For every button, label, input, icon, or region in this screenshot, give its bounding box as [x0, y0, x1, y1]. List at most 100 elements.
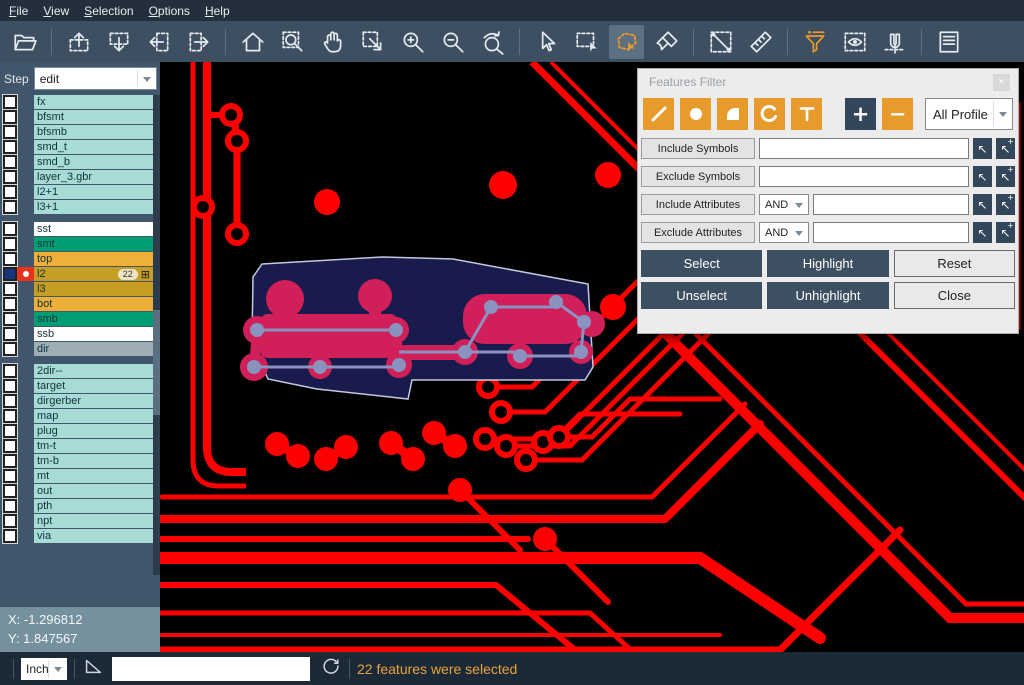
layer-row-plug[interactable]: plug [0, 424, 153, 438]
include-attributes-input[interactable] [813, 194, 969, 215]
pick-symbol-button[interactable]: ↖ [973, 138, 992, 159]
zoom-out-button[interactable] [435, 25, 470, 59]
clean-button[interactable] [649, 25, 684, 59]
add-filter-button[interactable]: + [845, 98, 876, 130]
menu-selection[interactable]: Selection [84, 4, 133, 18]
units-select[interactable]: Inch [21, 658, 67, 680]
layer-row-top[interactable]: top [0, 252, 153, 266]
command-input[interactable] [112, 657, 310, 681]
layer-name-field[interactable]: l3 [34, 282, 153, 296]
layer-row-pth[interactable]: pth [0, 499, 153, 513]
report-button[interactable] [931, 25, 966, 59]
layer-visibility-checkbox[interactable] [3, 499, 17, 513]
layer-name-field[interactable]: l3+1 [34, 200, 153, 214]
layer-name-field[interactable]: smb [34, 312, 153, 326]
pan-left-button[interactable] [141, 25, 176, 59]
pick-attribute-button[interactable]: ↖ [973, 222, 992, 243]
layer-name-field[interactable]: pth [34, 499, 153, 513]
layer-name-field[interactable]: 2dir-- [34, 364, 153, 378]
layer-visibility-checkbox[interactable] [3, 140, 17, 154]
layer-row-smd_b[interactable]: smd_b [0, 155, 153, 169]
layer-visibility-checkbox[interactable] [3, 529, 17, 543]
pan-up-button[interactable] [61, 25, 96, 59]
layer-name-field[interactable]: sst [34, 222, 153, 236]
layer-name-field[interactable]: map [34, 409, 153, 423]
layer-name-field[interactable]: fx [34, 95, 153, 109]
layer-visibility-checkbox[interactable] [3, 252, 17, 266]
layer-visibility-checkbox[interactable] [3, 125, 17, 139]
feature-type-surface-button[interactable] [717, 98, 748, 130]
measure-button[interactable] [703, 25, 738, 59]
feature-type-line-button[interactable] [643, 98, 674, 130]
dialog-close-button[interactable]: × [993, 74, 1010, 91]
highlight-button[interactable]: Highlight [767, 250, 888, 277]
layer-row-out[interactable]: out [0, 484, 153, 498]
include-attributes-logic-select[interactable]: AND [759, 194, 809, 215]
menu-file[interactable]: File [9, 4, 28, 18]
menu-options[interactable]: Options [149, 4, 190, 18]
layer-row-dir[interactable]: dir [0, 342, 153, 356]
pick-add-symbol-button[interactable]: ↖+ [996, 138, 1015, 159]
layer-name-field[interactable]: l2+1 [34, 185, 153, 199]
pan-right-button[interactable] [181, 25, 216, 59]
layer-name-field[interactable]: bfsmt [34, 110, 153, 124]
exclude-symbols-button[interactable]: Exclude Symbols [641, 166, 755, 187]
layer-name-field[interactable]: top [34, 252, 153, 266]
layer-name-field[interactable]: target [34, 379, 153, 393]
layer-visibility-checkbox[interactable] [3, 170, 17, 184]
layer-visibility-checkbox[interactable] [3, 267, 17, 281]
zoom-in-button[interactable] [395, 25, 430, 59]
layer-row-bfsmt[interactable]: bfsmt [0, 110, 153, 124]
pick-add-attribute-button[interactable]: ↖+ [996, 222, 1015, 243]
zoom-selection-button[interactable] [355, 25, 390, 59]
dialog-titlebar[interactable]: Features Filter [638, 69, 1018, 95]
layer-row-dirgerber[interactable]: dirgerber [0, 394, 153, 408]
layer-name-field[interactable]: out [34, 484, 153, 498]
layer-visibility-checkbox[interactable] [3, 327, 17, 341]
menu-help[interactable]: Help [205, 4, 230, 18]
layer-visibility-checkbox[interactable] [3, 95, 17, 109]
layer-name-field[interactable]: plug [34, 424, 153, 438]
layer-name-field[interactable]: dir [34, 342, 153, 356]
layer-row-smb[interactable]: smb [0, 312, 153, 326]
layer-row-via[interactable]: via [0, 529, 153, 543]
menu-view[interactable]: View [43, 4, 69, 18]
pick-add-symbol-button[interactable]: ↖+ [996, 166, 1015, 187]
layer-row-l3[interactable]: l3 [0, 282, 153, 296]
layer-name-field[interactable]: tm-b [34, 454, 153, 468]
zoom-previous-button[interactable] [475, 25, 510, 59]
refresh-button[interactable] [320, 655, 342, 682]
profile-select[interactable]: All Profile [925, 98, 1013, 130]
layer-row-npt[interactable]: npt [0, 514, 153, 528]
layer-name-field[interactable]: smd_b [34, 155, 153, 169]
feature-type-text-button[interactable] [791, 98, 822, 130]
feature-type-pad-button[interactable] [680, 98, 711, 130]
angle-measure-button[interactable] [82, 655, 104, 682]
layer-visibility-checkbox[interactable] [3, 394, 17, 408]
layer-row-fx[interactable]: fx [0, 95, 153, 109]
layer-row-smd_t[interactable]: smd_t [0, 140, 153, 154]
exclude-attributes-input[interactable] [813, 222, 969, 243]
layer-name-field[interactable]: dirgerber [34, 394, 153, 408]
unselect-button[interactable]: Unselect [641, 282, 762, 309]
layer-row-tm-t[interactable]: tm-t [0, 439, 153, 453]
layer-name-field[interactable]: ssb [34, 327, 153, 341]
feature-type-arc-button[interactable] [754, 98, 785, 130]
layer-visibility-checkbox[interactable] [3, 110, 17, 124]
layer-row-tm-b[interactable]: tm-b [0, 454, 153, 468]
layer-row-l3+1[interactable]: l3+1 [0, 200, 153, 214]
exclude-attributes-button[interactable]: Exclude Attributes [641, 222, 755, 243]
layer-visibility-checkbox[interactable] [3, 155, 17, 169]
filter-button[interactable] [797, 25, 832, 59]
include-attributes-button[interactable]: Include Attributes [641, 194, 755, 215]
display-button[interactable] [837, 25, 872, 59]
exclude-symbols-input[interactable] [759, 166, 969, 187]
layer-name-field[interactable]: smd_t [34, 140, 153, 154]
pick-symbol-button[interactable]: ↖ [973, 166, 992, 187]
select-polygon-button[interactable] [609, 25, 644, 59]
layer-visibility-checkbox[interactable] [3, 454, 17, 468]
open-button[interactable] [7, 25, 42, 59]
layer-row-bfsmb[interactable]: bfsmb [0, 125, 153, 139]
include-symbols-button[interactable]: Include Symbols [641, 138, 755, 159]
layer-visibility-checkbox[interactable] [3, 185, 17, 199]
